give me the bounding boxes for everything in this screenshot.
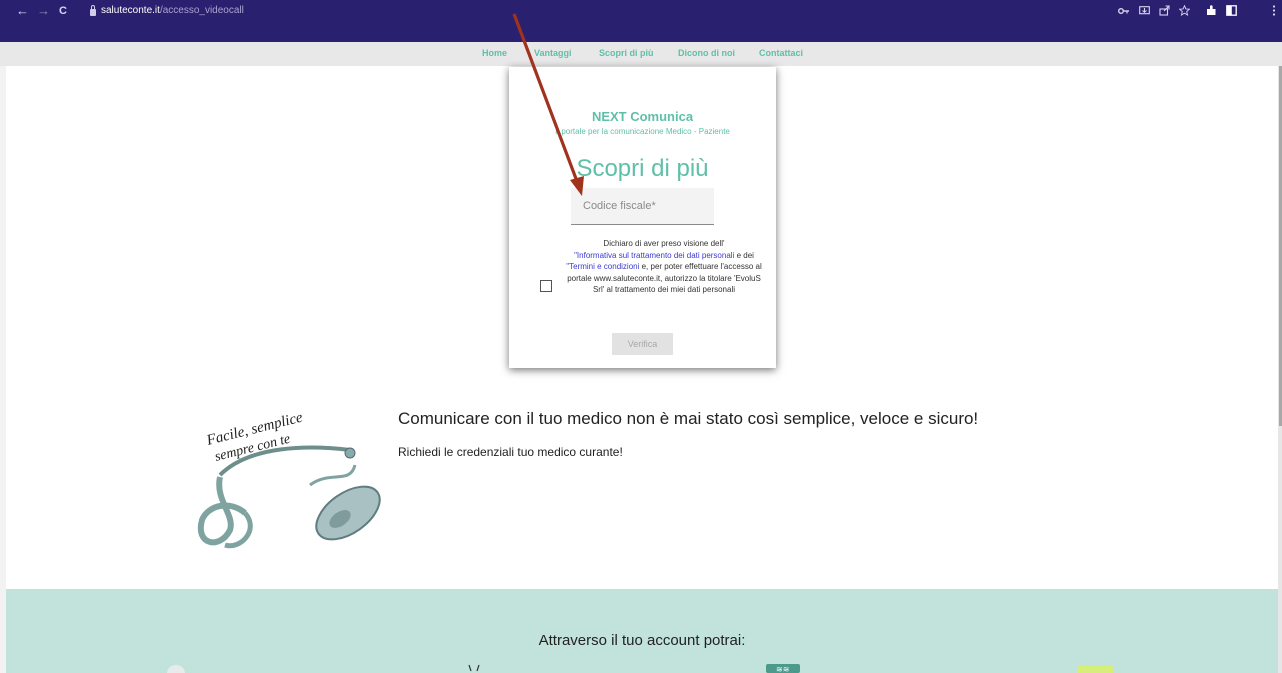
feature-icon-3: ≋≋ — [766, 664, 800, 673]
feature-icon-1 — [167, 665, 185, 673]
svg-text:≋≋: ≋≋ — [776, 665, 789, 673]
promo-subline: Richiedi le credenziali tuo medico curan… — [398, 445, 623, 459]
features-heading: Attraverso il tuo account potrai: — [538, 632, 746, 649]
features-band: Attraverso il tuo account potrai: — [6, 589, 1278, 673]
stethoscope-icon — [468, 664, 480, 672]
annotation-arrow — [512, 13, 584, 196]
stethoscope-mouse-image: Facile, semplice sempre con te — [197, 409, 381, 549]
promo-headline: Comunicare con il tuo medico non è mai s… — [398, 409, 979, 428]
feature-icon-4 — [1077, 666, 1113, 673]
